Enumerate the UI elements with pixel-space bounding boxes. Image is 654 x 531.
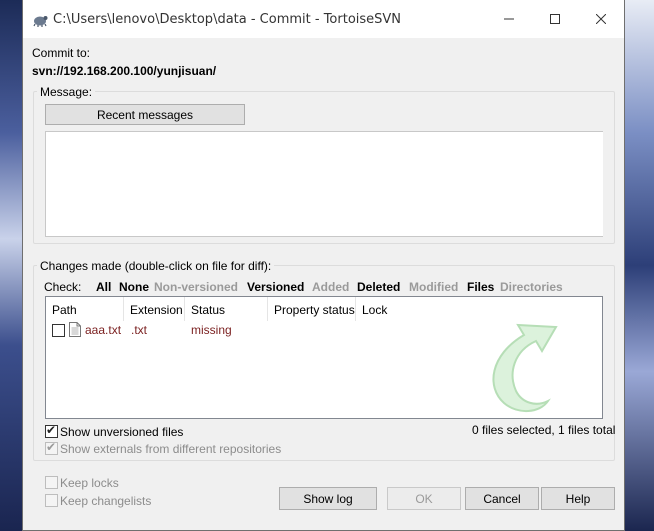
minimize-button[interactable] xyxy=(486,0,532,38)
filter-files[interactable]: Files xyxy=(467,280,494,294)
column-lock[interactable]: Lock xyxy=(356,297,476,321)
column-property-status[interactable]: Property status xyxy=(268,297,356,321)
ok-button[interactable]: OK xyxy=(387,487,461,510)
show-externals-label[interactable]: Show externals from different repositori… xyxy=(60,442,281,456)
filter-deleted[interactable]: Deleted xyxy=(357,280,400,294)
show-unversioned-label[interactable]: Show unversioned files xyxy=(60,425,183,439)
close-button[interactable] xyxy=(578,0,624,38)
row-status: missing xyxy=(191,323,232,337)
row-extension: .txt xyxy=(131,323,148,337)
keep-locks-label[interactable]: Keep locks xyxy=(60,476,119,490)
check-label: Check: xyxy=(44,280,82,294)
commit-to-label: Commit to: xyxy=(32,46,91,60)
maximize-button[interactable] xyxy=(532,0,578,38)
show-unversioned-checkbox[interactable] xyxy=(45,423,58,438)
recent-messages-button[interactable]: Recent messages xyxy=(45,104,245,125)
filter-modified[interactable]: Modified xyxy=(409,280,458,294)
desktop-wallpaper-right xyxy=(624,0,654,531)
row-checkbox[interactable] xyxy=(52,324,65,337)
tortoisesvn-icon xyxy=(32,12,48,28)
keep-changelists-checkbox[interactable] xyxy=(45,494,58,507)
show-log-button[interactable]: Show log xyxy=(279,487,377,510)
help-button[interactable]: Help xyxy=(541,487,615,510)
changes-list[interactable]: Path Extension Status Property status Lo… xyxy=(45,296,603,419)
window-title: C:\Users\lenovo\Desktop\data - Commit - … xyxy=(53,12,402,27)
keep-locks-checkbox[interactable] xyxy=(45,476,58,489)
desktop-wallpaper-left xyxy=(0,0,22,531)
row-path: aaa.txt xyxy=(85,323,122,337)
commit-dialog: C:\Users\lenovo\Desktop\data - Commit - … xyxy=(22,0,625,531)
selection-summary: 0 files selected, 1 files total xyxy=(472,423,616,437)
column-path[interactable]: Path xyxy=(46,297,124,321)
keep-changelists-label[interactable]: Keep changelists xyxy=(60,494,151,508)
message-textarea[interactable] xyxy=(45,131,603,237)
repository-url: svn://192.168.200.100/yunjisuan/ xyxy=(32,64,217,78)
maximize-icon xyxy=(550,14,560,24)
changes-group-label: Changes made (double-click on file for d… xyxy=(37,259,275,273)
minimize-icon xyxy=(504,18,514,20)
filter-none[interactable]: None xyxy=(119,280,149,294)
filter-versioned[interactable]: Versioned xyxy=(247,280,304,294)
title-bar[interactable]: C:\Users\lenovo\Desktop\data - Commit - … xyxy=(23,0,624,38)
filter-directories[interactable]: Directories xyxy=(500,280,563,294)
cancel-button[interactable]: Cancel xyxy=(465,487,539,510)
column-status[interactable]: Status xyxy=(185,297,268,321)
show-externals-checkbox[interactable] xyxy=(45,440,58,455)
column-extension[interactable]: Extension xyxy=(124,297,185,321)
filter-non-versioned[interactable]: Non-versioned xyxy=(154,280,238,294)
commit-arrow-watermark-icon xyxy=(478,321,574,417)
message-group-label: Message: xyxy=(37,85,96,99)
text-file-icon xyxy=(69,322,81,340)
filter-added[interactable]: Added xyxy=(312,280,349,294)
close-icon xyxy=(596,14,606,24)
filter-all[interactable]: All xyxy=(96,280,111,294)
